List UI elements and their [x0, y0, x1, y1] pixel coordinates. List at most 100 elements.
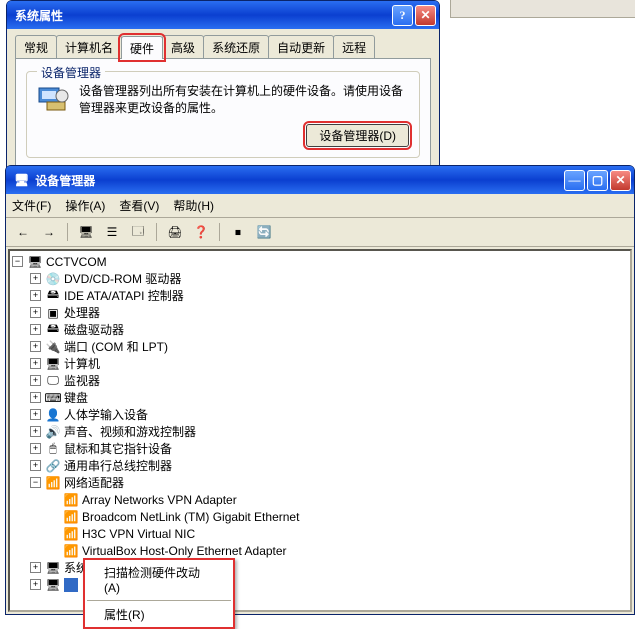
device-icon: 🖱: [45, 441, 61, 457]
toolbar-help-icon[interactable]: ❓: [190, 221, 212, 243]
tree-node[interactable]: +💿DVD/CD-ROM 驱动器: [12, 270, 628, 287]
tree-node[interactable]: + 👤人体学输入设备: [12, 406, 628, 423]
tree-node[interactable]: + 🖱鼠标和其它指针设备: [12, 440, 628, 457]
tab-自动更新[interactable]: 自动更新: [268, 35, 334, 58]
toolbar: ←→ 🖥☰🗔 🖨❓ ⏹🔄: [6, 218, 634, 247]
tab-常规[interactable]: 常规: [15, 35, 57, 58]
tree-node[interactable]: +🖴IDE ATA/ATAPI 控制器: [12, 287, 628, 304]
tree-node-label: 通用串行总线控制器: [64, 457, 172, 474]
tree-root-label: CCTVCOM: [46, 255, 107, 269]
close-button[interactable]: ✕: [610, 170, 631, 191]
expand-icon[interactable]: +: [30, 426, 41, 437]
toolbar-back-icon[interactable]: ←: [12, 221, 34, 243]
expand-icon[interactable]: +: [30, 375, 41, 386]
tab-硬件[interactable]: 硬件: [121, 36, 163, 59]
expand-icon[interactable]: +: [30, 341, 41, 352]
expand-icon[interactable]: +: [30, 324, 41, 335]
menu-帮助(H)[interactable]: 帮助(H): [173, 197, 214, 214]
toolbar-list-icon[interactable]: ☰: [101, 221, 123, 243]
tree-node[interactable]: +🖵监视器: [12, 372, 628, 389]
tree-node-label: IDE ATA/ATAPI 控制器: [64, 287, 184, 304]
toolbar-separator: [219, 223, 220, 241]
expand-icon[interactable]: +: [30, 358, 41, 369]
expand-icon[interactable]: +: [30, 443, 41, 454]
device-icon: 📶: [63, 543, 79, 559]
device-icon: 🖥: [45, 577, 61, 593]
expand-icon[interactable]: +: [30, 460, 41, 471]
expand-icon[interactable]: +: [30, 273, 41, 284]
tree-node[interactable]: −📶网络适配器: [12, 474, 628, 491]
tree-node[interactable]: 📶H3C VPN Virtual NIC: [12, 525, 628, 542]
device-icon: 🖥: [45, 356, 61, 372]
tree-node[interactable]: +🖴磁盘驱动器: [12, 321, 628, 338]
tree-node-label: Broadcom NetLink (TM) Gigabit Ethernet: [82, 510, 299, 524]
groupbox-description: 设备管理器列出所有安装在计算机上的硬件设备。请使用设备管理器来更改设备的属性。: [79, 82, 409, 116]
tab-高级[interactable]: 高级: [162, 35, 204, 58]
expand-icon: [48, 511, 59, 522]
device-manager-groupbox: 设备管理器 设备管理器列出所有安装在计算机上的硬件设备。请使用设备管理器来更改设…: [26, 71, 420, 158]
toolbar-print-icon[interactable]: 🖨: [164, 221, 186, 243]
collapse-icon[interactable]: −: [12, 256, 23, 267]
collapse-icon[interactable]: −: [30, 477, 41, 488]
tree-node[interactable]: +⌨键盘: [12, 389, 628, 406]
sysprop-title: 系统属性: [15, 7, 390, 24]
device-icon: 🔌: [45, 339, 61, 355]
ctx-scan-hardware[interactable]: 扫描检测硬件改动(A): [86, 561, 232, 598]
tree-node[interactable]: +🖥计算机: [12, 355, 628, 372]
tree-node-label: 磁盘驱动器: [64, 321, 124, 338]
menu-操作(A)[interactable]: 操作(A): [65, 197, 105, 214]
menu-文件(F)[interactable]: 文件(F): [12, 197, 51, 214]
toolbar-refresh-icon[interactable]: 🔄: [253, 221, 275, 243]
tab-计算机名[interactable]: 计算机名: [56, 35, 122, 58]
toolbar-separator: [67, 223, 68, 241]
device-icon: 👤: [45, 407, 61, 423]
tree-node-label: [64, 578, 78, 592]
background-window-fragment: [450, 0, 635, 18]
tab-系统还原[interactable]: 系统还原: [203, 35, 269, 58]
maximize-button[interactable]: ▢: [587, 170, 608, 191]
expand-icon[interactable]: +: [30, 290, 41, 301]
sysprop-tabs: 常规计算机名硬件高级系统还原自动更新远程: [15, 35, 431, 58]
close-button[interactable]: ✕: [415, 5, 436, 26]
tree-node-label: H3C VPN Virtual NIC: [82, 527, 195, 541]
device-icon: 🔗: [45, 458, 61, 474]
device-manager-icon: [37, 82, 69, 114]
devmgr-titlebar[interactable]: 🖥 设备管理器 — ▢ ✕: [6, 166, 634, 194]
tree-node[interactable]: +▣处理器: [12, 304, 628, 321]
expand-icon: [48, 494, 59, 505]
tree-node-label: 网络适配器: [64, 474, 124, 491]
expand-icon[interactable]: +: [30, 307, 41, 318]
tree-node[interactable]: 📶Broadcom NetLink (TM) Gigabit Ethernet: [12, 508, 628, 525]
tree-node-label: VirtualBox Host-Only Ethernet Adapter: [82, 544, 287, 558]
sysprop-titlebar[interactable]: 系统属性 ? ✕: [7, 1, 439, 29]
tree-node[interactable]: + 🔗通用串行总线控制器: [12, 457, 628, 474]
menu-查看(V)[interactable]: 查看(V): [119, 197, 159, 214]
tab-远程[interactable]: 远程: [333, 35, 375, 58]
toolbar-up-icon[interactable]: 🖥: [75, 221, 97, 243]
tree-node-label: 处理器: [64, 304, 100, 321]
ctx-separator: [87, 600, 231, 601]
tree-node[interactable]: +🔊声音、视频和游戏控制器: [12, 423, 628, 440]
toolbar-stop-icon[interactable]: ⏹: [227, 221, 249, 243]
minimize-button[interactable]: —: [564, 170, 585, 191]
help-button[interactable]: ?: [392, 5, 413, 26]
tree-node[interactable]: +🔌端口 (COM 和 LPT): [12, 338, 628, 355]
device-icon: 📶: [63, 509, 79, 525]
tree-node-label: 鼠标和其它指针设备: [64, 440, 172, 457]
tree-node-label: 人体学输入设备: [64, 406, 148, 423]
expand-icon[interactable]: +: [30, 409, 41, 420]
device-icon: 📶: [45, 475, 61, 491]
toolbar-fwd-icon[interactable]: →: [38, 221, 60, 243]
tree-root[interactable]: −🖥CCTVCOM: [12, 253, 628, 270]
tree-node[interactable]: 📶VirtualBox Host-Only Ethernet Adapter: [12, 542, 628, 559]
device-icon: 🖥: [45, 560, 61, 576]
menu-bar: 文件(F) 操作(A) 查看(V) 帮助(H): [6, 194, 634, 218]
context-menu: 扫描检测硬件改动(A) 属性(R): [83, 558, 235, 629]
expand-icon[interactable]: +: [30, 562, 41, 573]
expand-icon[interactable]: +: [30, 579, 41, 590]
expand-icon[interactable]: +: [30, 392, 41, 403]
tree-node[interactable]: 📶Array Networks VPN Adapter: [12, 491, 628, 508]
expand-icon: [48, 528, 59, 539]
toolbar-props-icon[interactable]: 🗔: [127, 221, 149, 243]
device-manager-button[interactable]: 设备管理器(D): [306, 124, 409, 147]
